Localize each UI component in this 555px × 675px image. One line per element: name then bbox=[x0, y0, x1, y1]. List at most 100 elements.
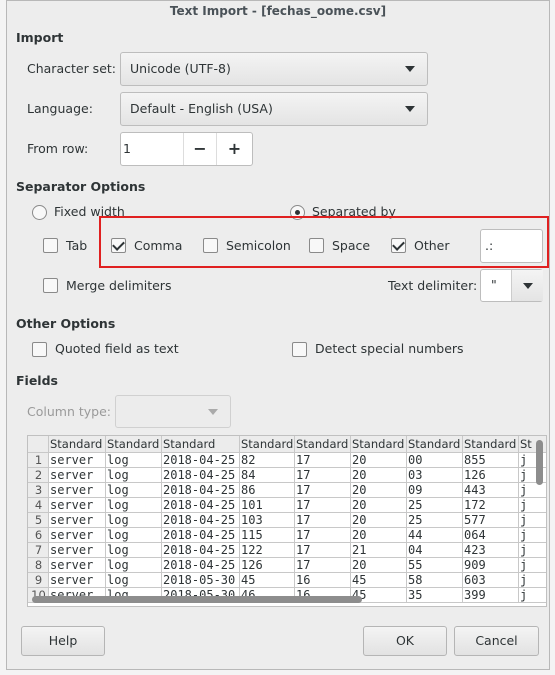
table-cell: 44 bbox=[407, 528, 463, 543]
other-options-header: Other Options bbox=[16, 316, 116, 331]
language-dropdown[interactable]: Default - English (USA) bbox=[120, 92, 428, 126]
chevron-down-icon bbox=[405, 106, 415, 112]
merge-delimiters-label: Merge delimiters bbox=[66, 278, 172, 293]
text-delimiter-value: " bbox=[491, 277, 497, 292]
column-header[interactable]: Standard bbox=[463, 436, 519, 453]
corner-cell bbox=[28, 436, 49, 453]
table-cell: 17 bbox=[295, 558, 351, 573]
table-cell: 55 bbox=[407, 558, 463, 573]
table-cell: 423 bbox=[463, 543, 519, 558]
vertical-scrollbar[interactable] bbox=[536, 440, 543, 485]
increment-button[interactable]: + bbox=[216, 133, 252, 165]
table-cell: server bbox=[49, 513, 106, 528]
table-cell: server bbox=[49, 558, 106, 573]
comma-checkbox[interactable] bbox=[111, 238, 126, 253]
ok-button[interactable]: OK bbox=[363, 626, 447, 656]
charset-label: Character set: bbox=[27, 61, 117, 76]
table-cell: 443 bbox=[463, 483, 519, 498]
other-label: Other bbox=[414, 238, 450, 253]
table-cell: 17 bbox=[295, 528, 351, 543]
other-separator-value: .: bbox=[485, 238, 494, 253]
table-cell: 2018-04-25 bbox=[162, 483, 240, 498]
cancel-button[interactable]: Cancel bbox=[454, 626, 539, 656]
other-checkbox[interactable] bbox=[391, 238, 406, 253]
text-import-dialog: Text Import - [fechas_oome.csv] Import C… bbox=[6, 0, 550, 670]
table-cell: server bbox=[49, 573, 106, 588]
tab-label: Tab bbox=[66, 238, 88, 253]
quoted-field-checkbox[interactable] bbox=[32, 342, 47, 357]
table-cell: 17 bbox=[295, 483, 351, 498]
table-cell: 16 bbox=[295, 573, 351, 588]
space-checkbox[interactable] bbox=[309, 238, 324, 253]
column-header[interactable]: Standard bbox=[295, 436, 351, 453]
table-cell: 2018-04-25 bbox=[162, 543, 240, 558]
table-cell: log bbox=[106, 513, 162, 528]
horizontal-scrollbar[interactable] bbox=[32, 596, 362, 603]
from-row-stepper: 1 − + bbox=[120, 132, 253, 166]
from-row-input[interactable]: 1 bbox=[123, 141, 131, 156]
table-cell: 2018-04-25 bbox=[162, 528, 240, 543]
column-header[interactable]: Standard bbox=[351, 436, 407, 453]
semicolon-checkbox[interactable] bbox=[203, 238, 218, 253]
merge-delimiters-checkbox[interactable] bbox=[43, 278, 58, 293]
table-cell: 2018-04-25 bbox=[162, 513, 240, 528]
column-type-label: Column type: bbox=[27, 404, 111, 419]
table-cell: j bbox=[519, 498, 546, 513]
table-cell: 20 bbox=[351, 558, 407, 573]
quoted-field-label: Quoted field as text bbox=[55, 341, 179, 356]
text-delimiter-combo[interactable]: " bbox=[480, 269, 543, 302]
detect-special-numbers-checkbox[interactable] bbox=[292, 342, 307, 357]
tab-checkbox[interactable] bbox=[43, 238, 58, 253]
help-button[interactable]: Help bbox=[21, 626, 105, 656]
column-header[interactable]: Standard bbox=[240, 436, 295, 453]
charset-value: Unicode (UTF-8) bbox=[130, 61, 231, 76]
table-cell: j bbox=[519, 483, 546, 498]
decrement-button[interactable]: − bbox=[183, 133, 216, 165]
row-number: 1 bbox=[28, 453, 49, 468]
column-header[interactable]: Standard bbox=[49, 436, 106, 453]
charset-dropdown[interactable]: Unicode (UTF-8) bbox=[120, 52, 428, 86]
other-separator-input[interactable]: .: bbox=[480, 229, 543, 263]
table-cell: log bbox=[106, 558, 162, 573]
table-cell: 855 bbox=[463, 453, 519, 468]
table-cell: 2018-05-30 bbox=[162, 573, 240, 588]
table-cell: 172 bbox=[463, 498, 519, 513]
table-cell: 2018-04-25 bbox=[162, 468, 240, 483]
table-cell: server bbox=[49, 483, 106, 498]
table-cell: 21 bbox=[351, 543, 407, 558]
import-header: Import bbox=[16, 30, 64, 45]
table-cell: log bbox=[106, 528, 162, 543]
column-type-dropdown[interactable] bbox=[115, 395, 231, 428]
table-cell: 603 bbox=[463, 573, 519, 588]
text-delimiter-dropdown-button[interactable] bbox=[511, 270, 543, 301]
column-header[interactable]: Standard bbox=[106, 436, 162, 453]
row-number: 7 bbox=[28, 543, 49, 558]
table-cell: 25 bbox=[407, 498, 463, 513]
table-cell: server bbox=[49, 468, 106, 483]
table-cell: 20 bbox=[351, 528, 407, 543]
table-cell: server bbox=[49, 543, 106, 558]
row-number: 9 bbox=[28, 573, 49, 588]
column-header[interactable]: Standard bbox=[162, 436, 240, 453]
chevron-down-icon bbox=[208, 409, 218, 415]
table-cell: 09 bbox=[407, 483, 463, 498]
row-number: 5 bbox=[28, 513, 49, 528]
fixed-width-radio[interactable] bbox=[32, 205, 47, 220]
table-cell: server bbox=[49, 498, 106, 513]
table-cell: 25 bbox=[407, 513, 463, 528]
table-cell: 17 bbox=[295, 498, 351, 513]
table-cell: 20 bbox=[351, 498, 407, 513]
chevron-down-icon bbox=[405, 66, 415, 72]
table-cell: 909 bbox=[463, 558, 519, 573]
table-cell: log bbox=[106, 483, 162, 498]
table-cell: log bbox=[106, 573, 162, 588]
table-cell: 35 bbox=[407, 588, 463, 603]
text-delimiter-label: Text delimiter: bbox=[388, 278, 478, 293]
row-number: 8 bbox=[28, 558, 49, 573]
fields-preview-grid[interactable]: j 399 35 45 16 46 2018-05-30 log server 10 j 603 58 4… bbox=[27, 435, 547, 607]
fields-header: Fields bbox=[16, 373, 58, 388]
table-cell: 399 bbox=[463, 588, 519, 603]
table-cell: j bbox=[519, 558, 546, 573]
column-header[interactable]: Standard bbox=[407, 436, 463, 453]
language-value: Default - English (USA) bbox=[130, 101, 273, 116]
